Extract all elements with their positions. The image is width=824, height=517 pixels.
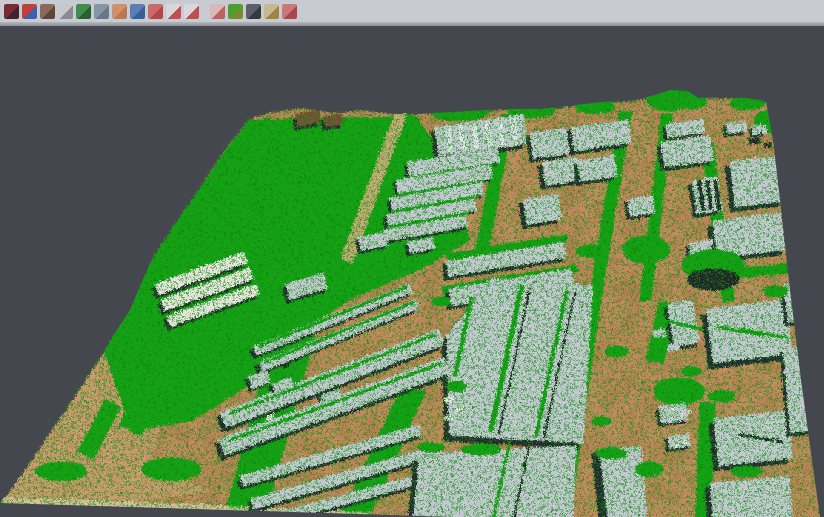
flag-small-red-icon[interactable] [282,4,297,19]
circle-red-icon[interactable] [166,4,181,19]
globe-blue-icon[interactable] [130,4,145,19]
3d-viewport[interactable] [0,0,824,517]
layers-red-icon[interactable] [148,4,163,19]
select-red-icon[interactable] [184,4,199,19]
dataset-red-icon[interactable] [4,4,19,19]
measure-yellow-icon[interactable] [264,4,279,19]
application-window [0,0,824,517]
terrain-green-icon[interactable] [76,4,91,19]
panel-blue-icon[interactable] [94,4,109,19]
classify-green-icon[interactable] [228,4,243,19]
sphere-dark-icon[interactable] [246,4,261,19]
toolbar [0,0,824,22]
points-gray-icon[interactable] [58,4,73,19]
arrows-red-blue-icon[interactable] [22,4,37,19]
ortho-orange-icon[interactable] [112,4,127,19]
terrain-brown-icon[interactable] [40,4,55,19]
point-cloud-scene [0,0,824,517]
grid-red-icon[interactable] [210,4,225,19]
